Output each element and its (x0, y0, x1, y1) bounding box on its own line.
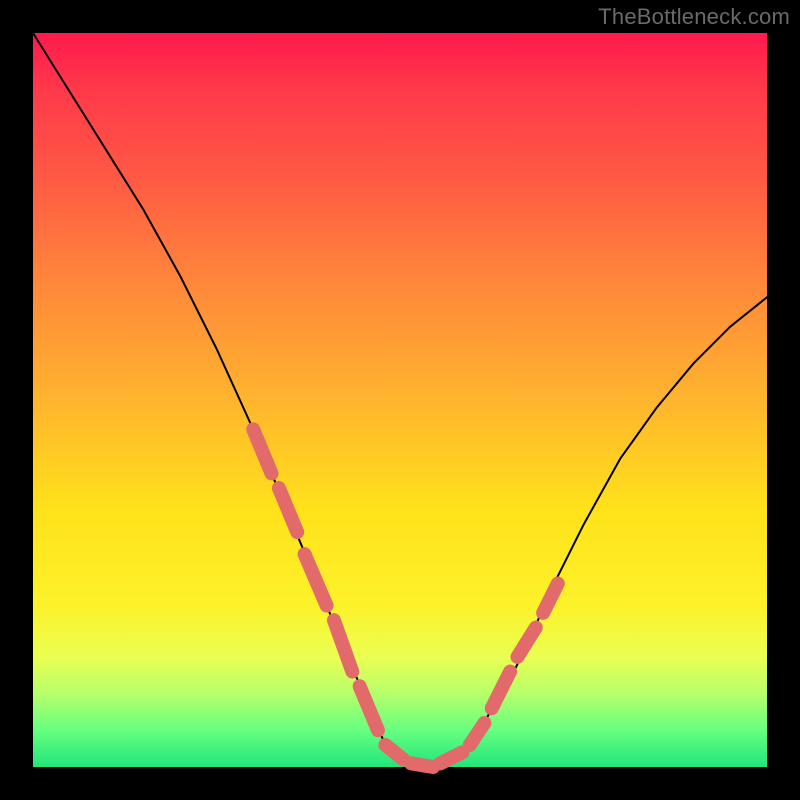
highlight-dash (411, 763, 433, 767)
highlight-dash (279, 488, 297, 532)
outer-frame: TheBottleneck.com (0, 0, 800, 800)
bottleneck-curve (33, 33, 767, 767)
watermark-text: TheBottleneck.com (598, 4, 790, 30)
highlight-dash (360, 686, 378, 730)
gradient-plot-area (33, 33, 767, 767)
dash-group (253, 429, 558, 767)
highlight-dash (492, 672, 510, 709)
highlight-dash (543, 584, 558, 613)
highlight-dash (517, 628, 535, 657)
highlight-dash (385, 745, 403, 760)
highlight-dash (470, 723, 485, 745)
chart-svg (33, 33, 767, 767)
highlight-dash (253, 429, 271, 473)
highlight-dash (334, 620, 352, 671)
curve-group (33, 33, 767, 767)
highlight-dash (305, 554, 327, 605)
highlight-dash (440, 752, 462, 763)
